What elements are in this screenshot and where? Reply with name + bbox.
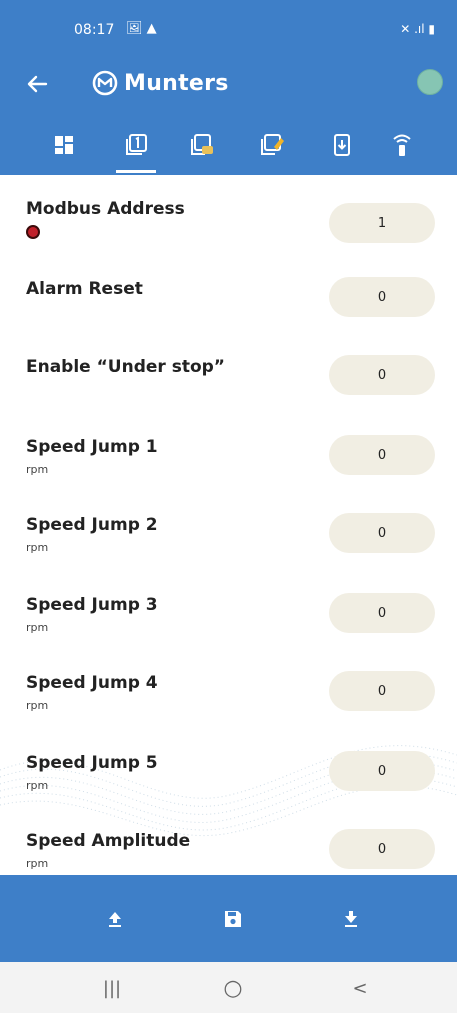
- upload-button[interactable]: [97, 901, 133, 937]
- tab-dashboard[interactable]: [42, 125, 86, 165]
- system-nav-bar: ||| ○ <: [0, 962, 457, 1013]
- setting-value-field[interactable]: 0: [329, 277, 435, 317]
- device-edit-icon: [261, 134, 284, 155]
- setting-row: Enable “Under stop” 0: [0, 341, 457, 419]
- brand-title: Munters: [124, 70, 229, 96]
- tab-device-1[interactable]: [114, 125, 158, 173]
- setting-label: Speed Jump 3: [26, 595, 158, 615]
- setting-value-field[interactable]: 0: [329, 671, 435, 711]
- app-bar: Munters: [0, 55, 457, 115]
- setting-value-field[interactable]: 1: [329, 203, 435, 243]
- status-system-icons: ✕ .ıl ▮: [400, 22, 435, 36]
- setting-unit: rpm: [26, 699, 49, 712]
- setting-unit: rpm: [26, 463, 49, 476]
- tab-bar: [0, 115, 457, 175]
- setting-label: Alarm Reset: [26, 279, 143, 299]
- setting-value-field[interactable]: 0: [329, 751, 435, 791]
- setting-row: Speed Jump 3 rpm 0: [0, 579, 457, 657]
- connection-status-dot[interactable]: [417, 69, 443, 95]
- tab-phone-download[interactable]: [320, 125, 364, 165]
- setting-unit: rpm: [26, 779, 49, 792]
- setting-row: Alarm Reset 0: [0, 263, 457, 341]
- setting-row: Modbus Address 1: [0, 183, 457, 261]
- arrow-left-icon[interactable]: [26, 67, 54, 99]
- status-notification-icons: 🖼 ▲: [126, 21, 157, 36]
- device-settings-icon: [191, 134, 213, 155]
- setting-label: Speed Jump 2: [26, 515, 158, 535]
- setting-row: Speed Jump 1 rpm 0: [0, 421, 457, 499]
- setting-label: Speed Jump 1: [26, 437, 158, 457]
- device-1-icon: [126, 134, 147, 155]
- save-button[interactable]: [215, 901, 251, 937]
- setting-label: Speed Jump 4: [26, 673, 158, 693]
- save-icon: [225, 911, 241, 927]
- download-button[interactable]: [333, 901, 369, 937]
- munters-mark-icon: [92, 70, 118, 96]
- status-time: 08:17: [74, 22, 115, 38]
- status-bar: 08:17 🖼 ▲ ✕ .ıl ▮: [0, 0, 457, 55]
- setting-label: Speed Jump 5: [26, 753, 158, 773]
- setting-label: Modbus Address: [26, 199, 185, 219]
- settings-list[interactable]: Modbus Address 1 Alarm Reset 0 Enable “Under…: [0, 175, 457, 875]
- setting-value-field[interactable]: 0: [329, 829, 435, 869]
- setting-unit: rpm: [26, 541, 49, 554]
- bottom-action-bar: [0, 875, 457, 962]
- home-button[interactable]: ○: [213, 974, 253, 1002]
- write-protected-badge-icon: [26, 225, 40, 239]
- setting-label: Speed Amplitude: [26, 831, 191, 851]
- setting-unit: rpm: [26, 857, 49, 870]
- back-button[interactable]: <: [340, 974, 380, 1002]
- upload-icon: [109, 912, 121, 927]
- tab-wireless[interactable]: [380, 125, 424, 165]
- setting-label: Enable “Under stop”: [26, 357, 225, 377]
- setting-row: Speed Jump 5 rpm 0: [0, 737, 457, 815]
- setting-unit: rpm: [26, 621, 49, 634]
- setting-row: Speed Jump 4 rpm 0: [0, 657, 457, 735]
- wireless-icon: [393, 134, 411, 156]
- phone-download-icon: [334, 134, 350, 156]
- setting-row: Speed Jump 2 rpm 0: [0, 499, 457, 577]
- munters-logo: Munters: [92, 65, 229, 101]
- setting-value-field[interactable]: 0: [329, 513, 435, 553]
- tab-device-edit[interactable]: [250, 125, 294, 165]
- recents-button[interactable]: |||: [92, 974, 132, 1002]
- setting-value-field[interactable]: 0: [329, 593, 435, 633]
- setting-value-field[interactable]: 0: [329, 435, 435, 475]
- setting-value-field[interactable]: 0: [329, 355, 435, 395]
- download-icon: [345, 911, 357, 927]
- tab-device-settings[interactable]: [180, 125, 224, 165]
- dashboard-icon: [55, 136, 73, 154]
- setting-row: Speed Amplitude rpm 0: [0, 815, 457, 875]
